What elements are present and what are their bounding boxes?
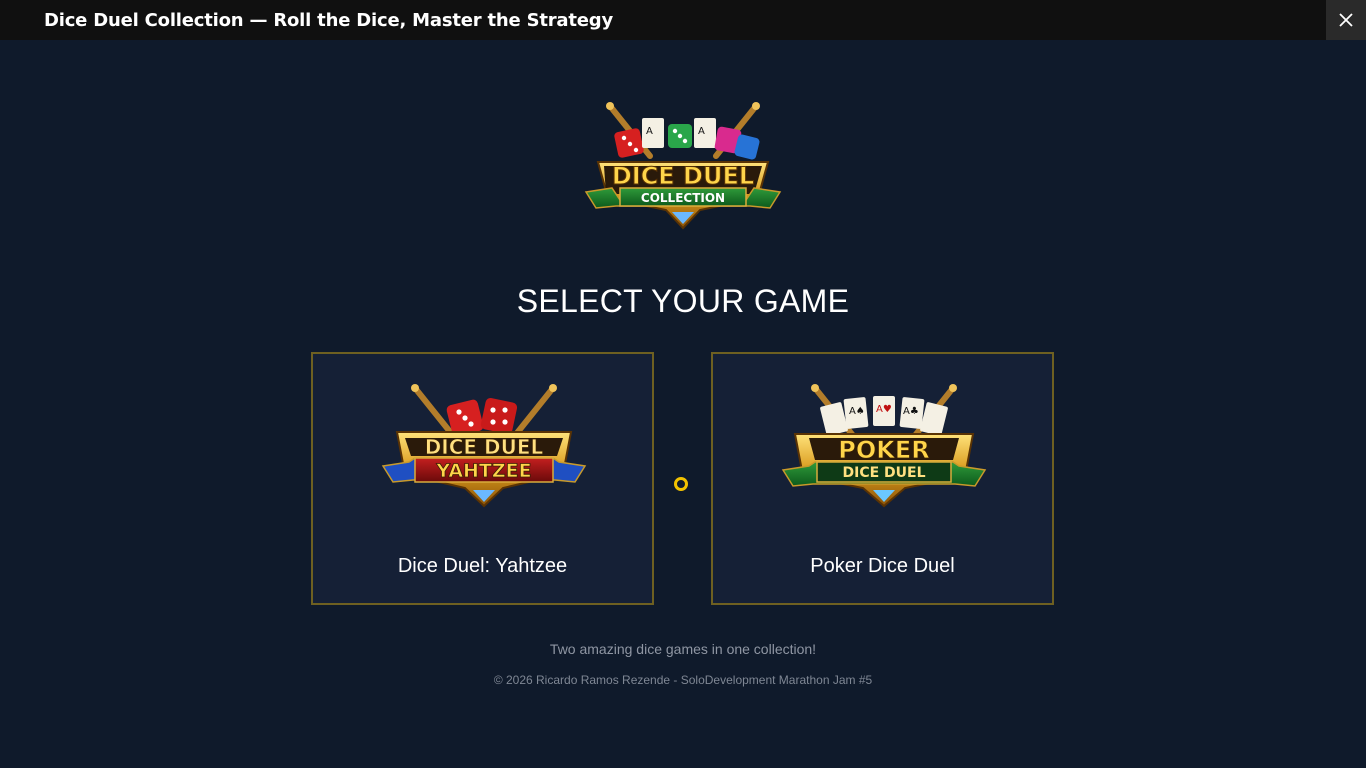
- svg-text:A: A: [698, 126, 705, 137]
- game-card-label: Poker Dice Duel: [810, 555, 955, 577]
- svg-text:A♥: A♥: [876, 404, 892, 415]
- poker-logo-line2: DICE DUEL: [842, 465, 925, 481]
- svg-text:A♣: A♣: [903, 406, 919, 417]
- collection-logo: A A DICE DUEL COLLECTION: [584, 102, 782, 230]
- yahtzee-logo: DICE DUEL YAHTZEE: [381, 384, 587, 508]
- game-card-label: Dice Duel: Yahtzee: [397, 555, 568, 577]
- close-icon: [1339, 13, 1353, 27]
- svg-text:A♠: A♠: [849, 406, 865, 417]
- game-card-yahtzee[interactable]: DICE DUEL YAHTZEE Dice Duel: Yahtzee: [311, 352, 654, 605]
- separator-ring-icon: [674, 477, 688, 491]
- poker-logo-line1: POKER: [838, 436, 929, 464]
- yahtzee-logo-line1: DICE DUEL: [425, 435, 544, 459]
- window-titlebar: Dice Duel Collection — Roll the Dice, Ma…: [0, 0, 1366, 40]
- tagline: Two amazing dice games in one collection…: [549, 641, 817, 657]
- page-title: SELECT YOUR GAME: [516, 283, 850, 319]
- game-card-poker[interactable]: A♠ A♥ A♣ POKER DICE DUEL Poker Dice Duel: [711, 352, 1054, 605]
- copyright: © 2026 Ricardo Ramos Rezende - SoloDevel…: [493, 673, 873, 687]
- yahtzee-logo-line2: YAHTZEE: [435, 460, 531, 482]
- collection-logo-subtitle: COLLECTION: [641, 191, 725, 205]
- close-button[interactable]: [1326, 0, 1366, 40]
- window-title: Dice Duel Collection — Roll the Dice, Ma…: [44, 10, 614, 31]
- playing-cards-icon: A♠ A♥ A♣: [820, 396, 948, 436]
- collection-logo-title: DICE DUEL: [612, 162, 754, 190]
- poker-logo: A♠ A♥ A♣ POKER DICE DUEL: [781, 384, 987, 508]
- svg-text:A: A: [646, 126, 653, 137]
